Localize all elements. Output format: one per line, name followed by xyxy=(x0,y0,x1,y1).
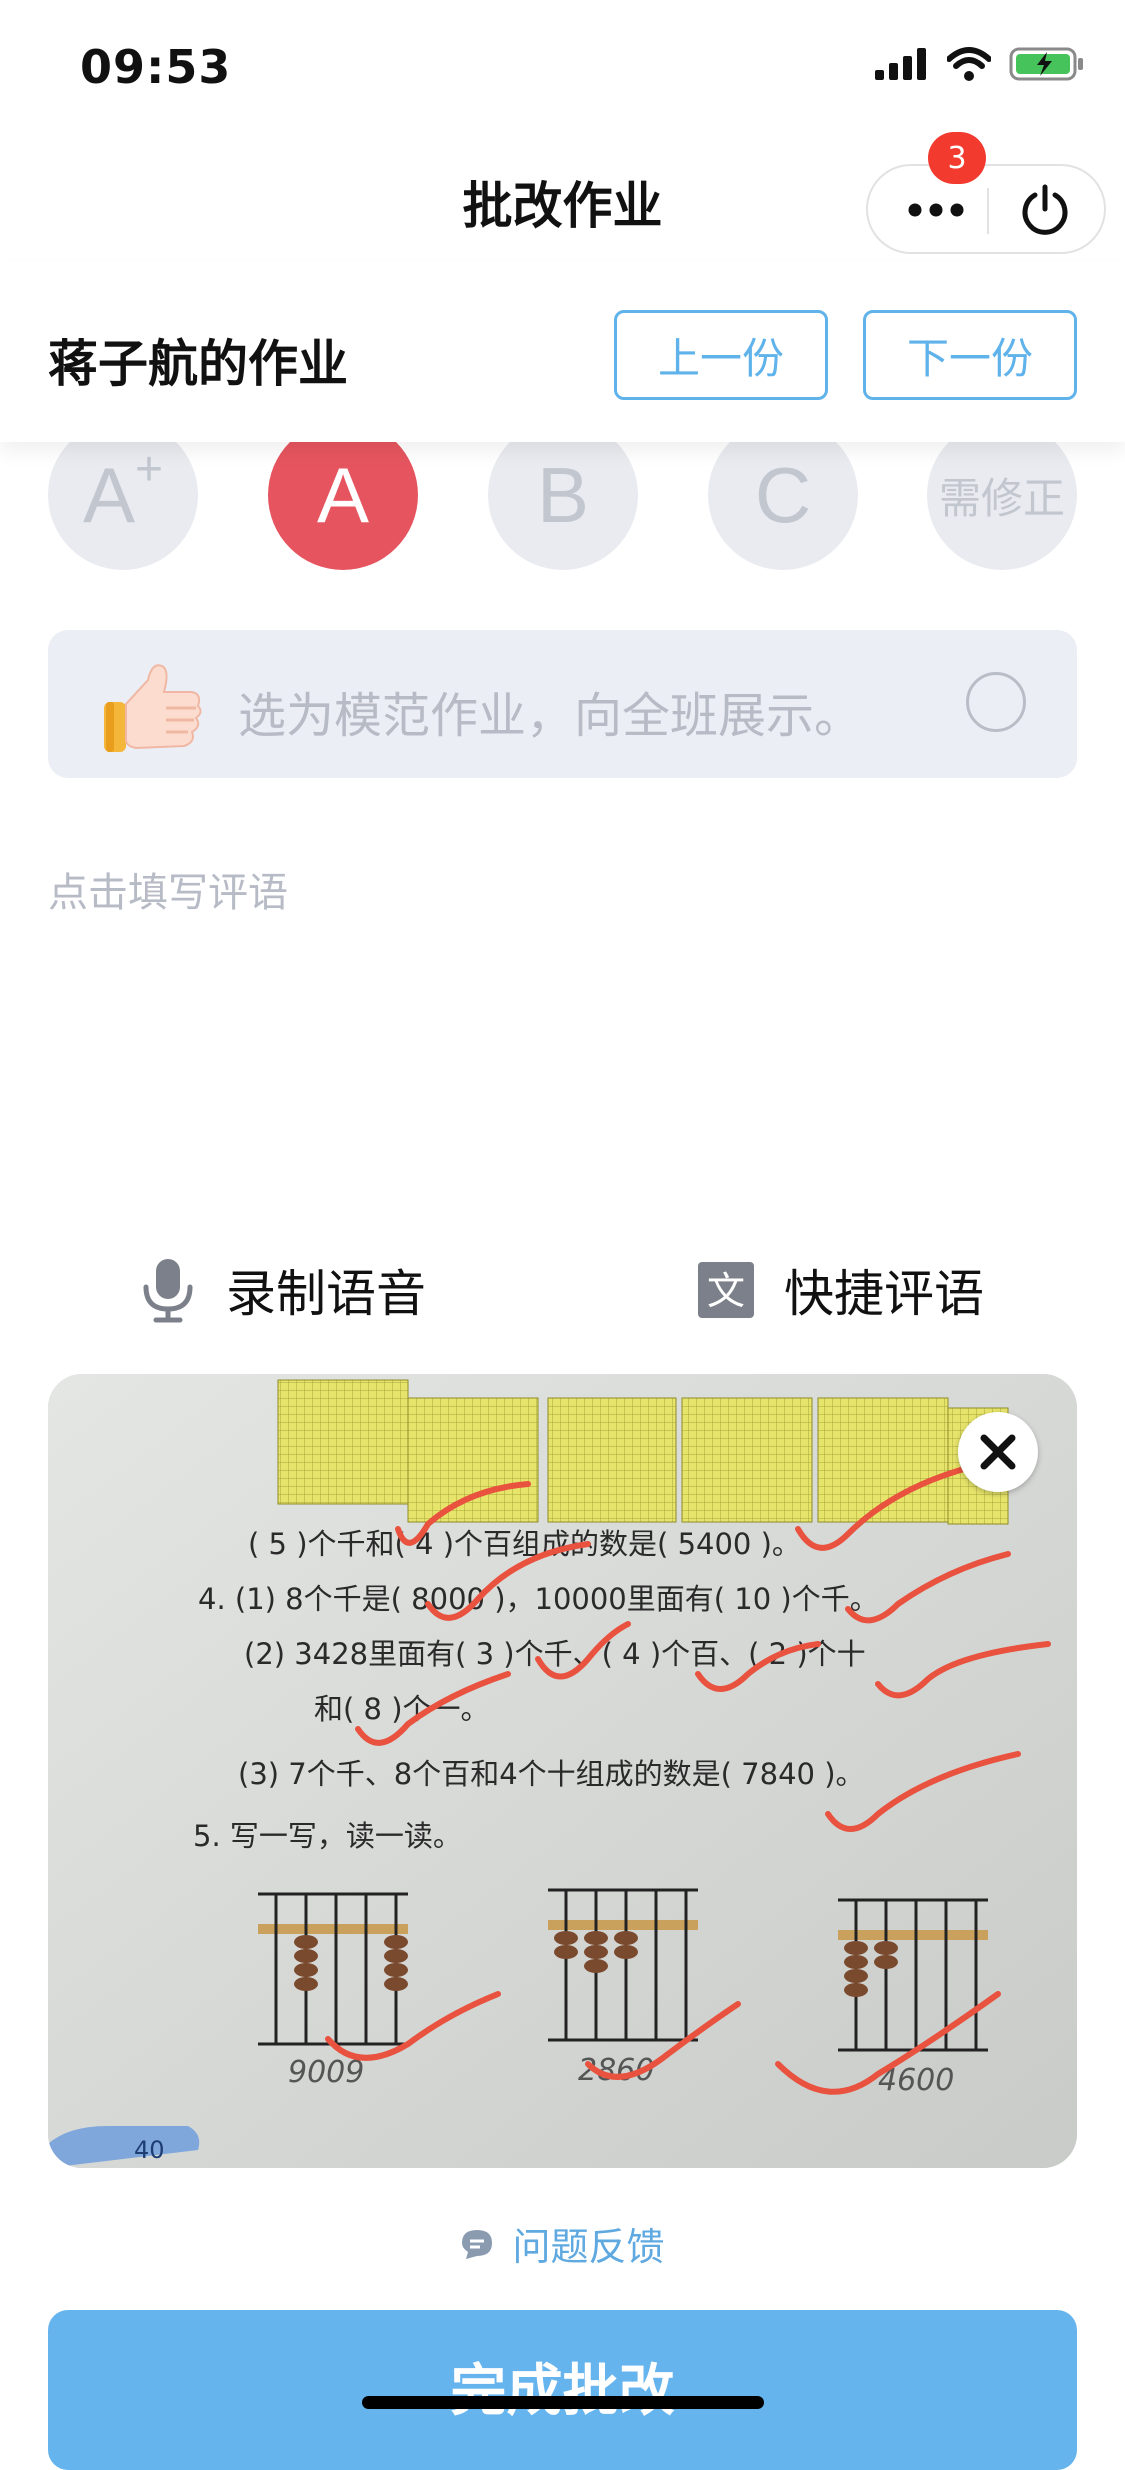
homework-photo[interactable]: ( 5 )个千和( 4 )个百组成的数是( 5400 )。 4. (1) 8个千… xyxy=(48,1374,1077,2168)
more-icon xyxy=(908,203,964,217)
finish-grading-button[interactable]: 完成批改 xyxy=(48,2310,1077,2470)
quick-comment-label: 快捷评语 xyxy=(784,1265,984,1323)
grade-c[interactable]: C xyxy=(708,420,858,570)
wifi-icon xyxy=(947,47,991,81)
close-miniprogram-button[interactable] xyxy=(990,166,1100,254)
grade-label: 需修正 xyxy=(938,473,1065,523)
thumbs-up-icon xyxy=(104,664,202,752)
worksheet-line: ( 5 )个千和( 4 )个百组成的数是( 5400 )。 xyxy=(248,1527,801,1561)
microphone-icon xyxy=(143,1259,193,1323)
student-homework-title: 蒋子航的作业 xyxy=(48,335,348,393)
page-number: 40 xyxy=(134,2136,165,2164)
notification-badge: 3 xyxy=(928,132,986,184)
grade-label: A xyxy=(316,450,370,539)
worksheet-line: (3) 7个千、8个百和4个十组成的数是( 7840 )。 xyxy=(238,1757,865,1791)
exemplar-label: 选为模范作业，向全班展示。 xyxy=(238,688,863,744)
grade-a-plus[interactable]: A + xyxy=(48,420,198,570)
worksheet-line: 5. 写一写，读一读。 xyxy=(193,1819,462,1853)
grade-b[interactable]: B xyxy=(488,420,638,570)
worksheet-line: 4. (1) 8个千是( 8000 )，10000里面有( 10 )个千。 xyxy=(198,1582,879,1616)
grade-plus-sup: + xyxy=(135,442,164,496)
text-icon-glyph: 文 xyxy=(707,1269,745,1313)
grade-label: C xyxy=(754,450,812,539)
feedback-label: 问题反馈 xyxy=(512,2225,665,2269)
exemplar-radio[interactable] xyxy=(966,672,1026,732)
battery-charging-icon xyxy=(1009,47,1083,81)
feedback-link[interactable]: 问题反馈 xyxy=(0,2216,1125,2271)
capsule-divider xyxy=(987,188,989,234)
header-card: 蒋子航的作业 上一份 下一份 xyxy=(0,262,1125,442)
grade-label: A xyxy=(82,450,135,539)
record-voice-button[interactable]: 录制语音 xyxy=(140,1250,426,1330)
mini-program-capsule xyxy=(866,164,1106,254)
remove-image-button[interactable] xyxy=(958,1412,1038,1492)
text-icon: 文 xyxy=(698,1262,754,1318)
close-icon xyxy=(980,1434,1016,1470)
abacus-answer: 9009 xyxy=(288,2055,364,2090)
quick-comment-button[interactable]: 文 快捷评语 xyxy=(698,1250,984,1330)
exemplar-toggle-row[interactable]: 选为模范作业，向全班展示。 xyxy=(48,630,1077,778)
comment-input[interactable] xyxy=(48,860,1048,1120)
grade-needs-revision[interactable]: 需修正 xyxy=(927,420,1077,570)
thousand-cubes xyxy=(277,1379,1009,1525)
grade-label: B xyxy=(536,450,590,539)
status-time: 09:53 xyxy=(80,40,232,94)
worksheet-line: 和( 8 )个一。 xyxy=(314,1692,490,1726)
power-icon xyxy=(1022,184,1068,235)
home-indicator xyxy=(362,2396,764,2409)
record-voice-label: 录制语音 xyxy=(226,1265,426,1323)
grade-a[interactable]: A xyxy=(268,420,418,570)
worksheet-line: (2) 3428里面有( 3 )个千、( 4 )个百、( 2 )个十 xyxy=(244,1637,866,1671)
chat-bubble-icon xyxy=(462,2229,493,2259)
next-homework-button[interactable]: 下一份 xyxy=(863,310,1077,400)
previous-homework-button[interactable]: 上一份 xyxy=(614,310,828,400)
status-bar: 09:53 xyxy=(0,0,1125,132)
signal-icon xyxy=(875,48,926,80)
status-icons xyxy=(875,46,1085,82)
